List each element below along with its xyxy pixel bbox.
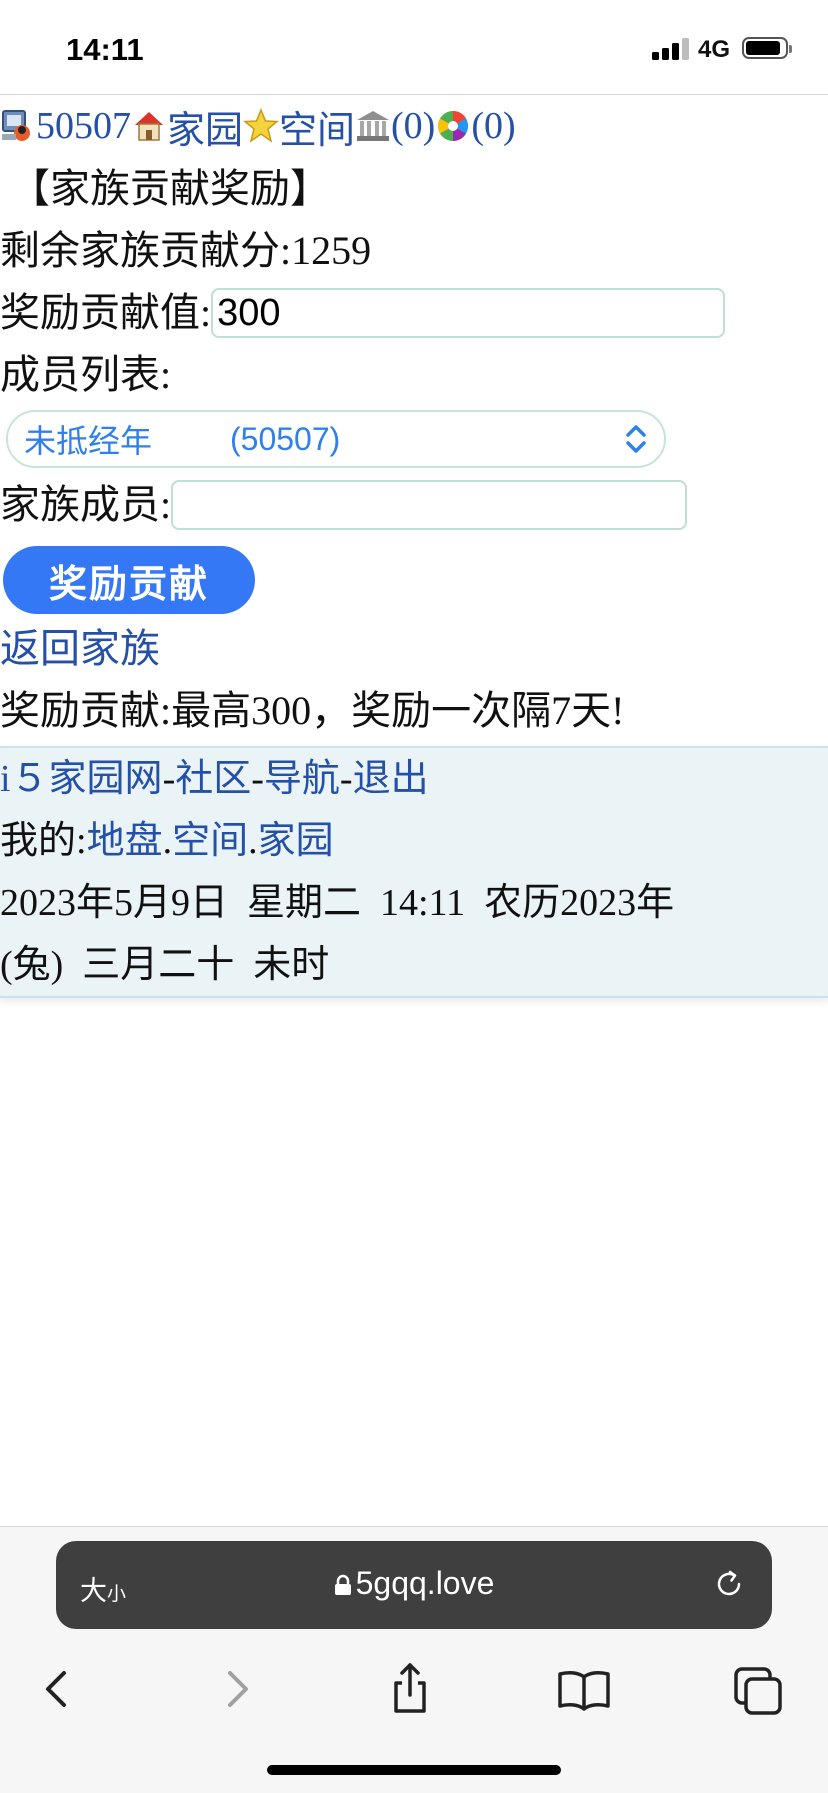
bank-icon — [355, 108, 391, 144]
photo-count-link[interactable]: (0) — [471, 104, 515, 148]
address-bar[interactable]: 大小 5gqq.love — [56, 1541, 772, 1629]
select-updown-icon — [622, 422, 650, 456]
page-title: 【家族贡献奖励】 — [10, 166, 330, 211]
dot-separator: . — [248, 820, 258, 862]
reward-value-label: 奖励贡献值: — [0, 290, 212, 335]
book-icon — [558, 1671, 610, 1711]
community-link[interactable]: 社区 — [175, 758, 251, 800]
url-display[interactable]: 5gqq.love — [56, 1565, 772, 1602]
member-list-label: 成员列表: — [0, 352, 172, 397]
mine-label: 我的: — [0, 820, 87, 862]
cellular-signal-icon — [652, 38, 690, 60]
reward-note: 奖励贡献:最高300，奖励一次隔7天! — [0, 688, 625, 733]
member-select[interactable]: 未抵经年 (50507) — [6, 410, 666, 468]
photo-wheel-icon — [435, 108, 471, 144]
home-link[interactable]: 家园 — [167, 99, 243, 154]
reload-icon[interactable] — [712, 1567, 746, 1601]
back-to-family-link[interactable]: 返回家族 — [0, 619, 160, 679]
remaining-points-row: 剩余家族贡献分: 1259 — [0, 220, 828, 282]
date-time-line-2: (兔) 三月二十 未时 — [0, 944, 330, 986]
bank-count-link[interactable]: (0) — [391, 104, 435, 148]
link-separator: - — [162, 758, 176, 800]
reward-value-row: 奖励贡献值: — [0, 282, 828, 344]
reward-value-input[interactable] — [211, 288, 726, 338]
chevron-right-icon — [228, 1671, 248, 1707]
user-id-link[interactable]: 50507 — [36, 104, 131, 148]
tabs-icon — [734, 1667, 782, 1715]
battery-icon — [742, 37, 792, 59]
footer: i５家园网-社区-导航-退出 我的:地盘.空间.家园 2023年5月9日 星期二… — [0, 746, 828, 998]
browser-toolbar: 大小 5gqq.love — [0, 1526, 828, 1793]
remaining-points-value: 1259 — [291, 228, 372, 273]
dot-separator: . — [162, 820, 173, 862]
space-link[interactable]: 空间 — [279, 99, 355, 154]
share-icon — [394, 1663, 426, 1713]
share-button[interactable] — [380, 1659, 440, 1719]
footer-links-row: i５家园网-社区-导航-退出 — [0, 748, 828, 810]
date-time-line-1: 2023年5月9日 星期二 14:11 农历2023年 — [0, 882, 675, 924]
back-row: 返回家族 — [0, 618, 828, 680]
top-nav: 50507 家园 空间 (0) (0) — [0, 94, 828, 158]
remaining-points-label: 剩余家族贡献分: — [0, 228, 292, 273]
tabs-button[interactable] — [730, 1659, 790, 1719]
home-indicator — [267, 1765, 561, 1775]
member-select-id: (50507) — [230, 420, 341, 457]
status-time: 14:11 — [66, 32, 144, 67]
lock-icon — [334, 1567, 352, 1595]
back-button[interactable] — [28, 1659, 88, 1719]
my-home-link[interactable]: 家园 — [258, 820, 334, 862]
navigation-link[interactable]: 导航 — [264, 758, 340, 800]
land-link[interactable]: 地盘 — [87, 820, 163, 862]
link-separator: - — [251, 758, 264, 800]
bookmarks-button[interactable] — [554, 1659, 614, 1719]
site-home-link[interactable]: i５家园网 — [0, 758, 163, 800]
url-text: 5gqq.love — [355, 1565, 495, 1601]
network-type: 4G — [698, 36, 731, 63]
my-space-link[interactable]: 空间 — [172, 820, 248, 862]
member-select-name: 未抵经年 — [24, 423, 153, 459]
family-member-input[interactable] — [171, 480, 688, 530]
status-bar: 14:11 4G — [0, 0, 828, 95]
logout-link[interactable]: 退出 — [353, 758, 429, 800]
link-separator: - — [339, 758, 353, 800]
footer-mine-row: 我的:地盘.空间.家园 — [0, 810, 828, 872]
star-icon — [243, 108, 279, 144]
home-icon — [131, 108, 167, 144]
family-member-row: 家族成员: — [0, 474, 828, 536]
chevron-left-icon — [46, 1671, 66, 1707]
reward-contribution-button[interactable]: 奖励贡献 — [3, 546, 255, 614]
forward-button[interactable] — [206, 1659, 266, 1719]
user-avatar-icon — [0, 108, 36, 144]
family-member-label: 家族成员: — [0, 482, 172, 527]
page-content: 50507 家园 空间 (0) (0) 【家族贡献奖励】 剩余家族贡献分: 12… — [0, 94, 828, 998]
